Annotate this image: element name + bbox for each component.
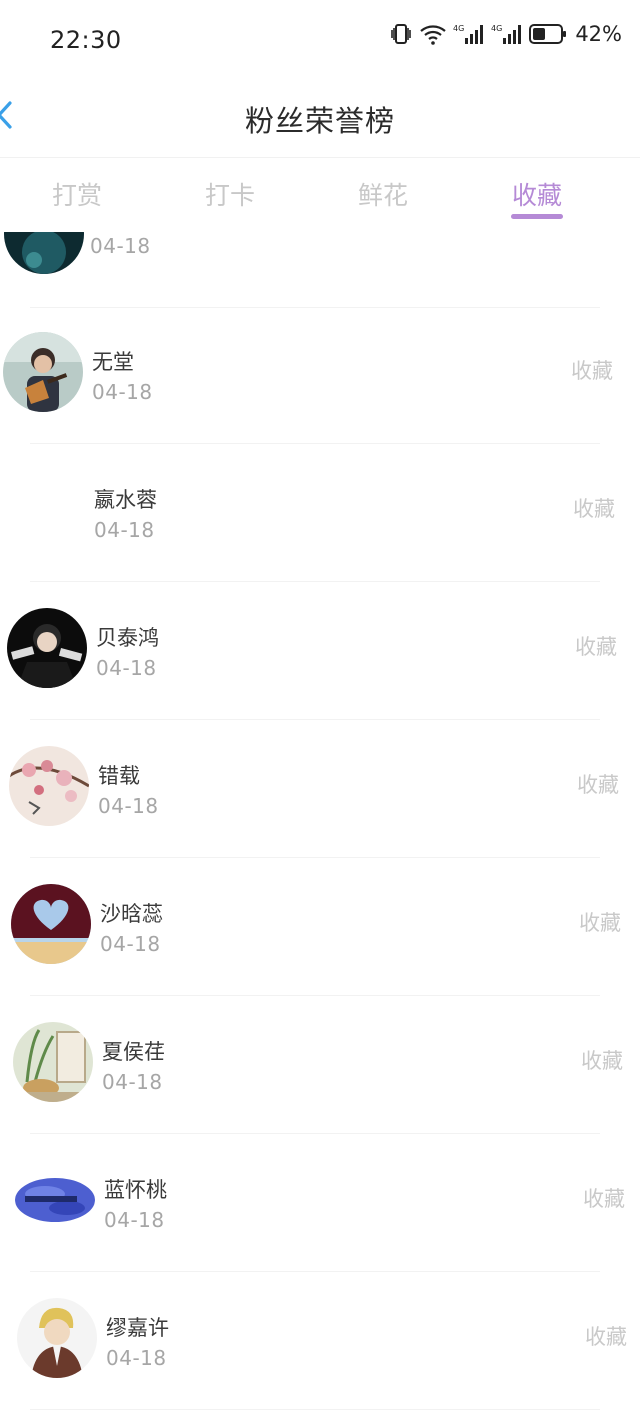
avatar bbox=[11, 884, 91, 964]
divider bbox=[30, 1409, 600, 1410]
tab-flowers[interactable]: 鲜花 bbox=[343, 176, 423, 212]
header: 粉丝荣誉榜 bbox=[0, 72, 640, 158]
active-tab-indicator bbox=[511, 214, 563, 219]
list-item[interactable]: 嬴水蓉 04-18 收藏 bbox=[0, 444, 640, 582]
avatar bbox=[3, 332, 83, 412]
avatar bbox=[15, 1160, 95, 1240]
list-item-partial[interactable]: 04-18 bbox=[0, 232, 640, 308]
tab-bar: 打赏 打卡 鲜花 收藏 bbox=[0, 158, 640, 230]
battery-icon bbox=[529, 22, 567, 46]
signal-4g-icon: 4G bbox=[453, 22, 485, 46]
list-item-name: 嬴水蓉 bbox=[94, 488, 157, 512]
wifi-icon bbox=[419, 22, 447, 46]
avatar bbox=[5, 470, 85, 550]
list-item-action: 收藏 bbox=[571, 359, 613, 383]
battery-percent: 42% bbox=[575, 22, 622, 46]
page-title: 粉丝荣誉榜 bbox=[244, 104, 395, 138]
list-item-date: 04-18 bbox=[100, 932, 161, 956]
list-item-date: 04-18 bbox=[98, 794, 159, 818]
list-item-date: 04-18 bbox=[106, 1346, 167, 1370]
list-item[interactable]: 贝泰鸿 04-18 收藏 bbox=[0, 582, 640, 720]
list-item[interactable]: 蓝怀桃 04-18 收藏 bbox=[0, 1134, 640, 1272]
list-item-name: 夏侯荏 bbox=[102, 1040, 165, 1064]
avatar bbox=[7, 608, 87, 688]
list-item-date: 04-18 bbox=[92, 380, 153, 404]
tab-favorites[interactable]: 收藏 bbox=[497, 176, 577, 212]
list-item-date: 04-18 bbox=[102, 1070, 163, 1094]
status-bar: 22:30 4G 4G 42% bbox=[0, 0, 640, 72]
list-item[interactable]: 错载 04-18 收藏 bbox=[0, 720, 640, 858]
tab-reward[interactable]: 打赏 bbox=[37, 176, 117, 212]
vibrate-icon bbox=[389, 22, 413, 46]
avatar bbox=[9, 746, 89, 826]
list-item-date: 04-18 bbox=[96, 656, 157, 680]
list-item-name: 沙晗蕊 bbox=[100, 902, 163, 926]
svg-text:4G: 4G bbox=[453, 24, 464, 33]
status-icons: 4G 4G 42% bbox=[389, 20, 622, 48]
list-item-action: 收藏 bbox=[585, 1325, 627, 1349]
list-item-name: 错载 bbox=[98, 764, 140, 788]
list-item-date: 04-18 bbox=[104, 1208, 165, 1232]
list-item-action: 收藏 bbox=[577, 773, 619, 797]
list-item-name: 贝泰鸿 bbox=[96, 626, 159, 650]
status-time: 22:30 bbox=[50, 26, 122, 54]
list-item-action: 收藏 bbox=[581, 1049, 623, 1073]
svg-text:4G: 4G bbox=[491, 24, 502, 33]
list-item-name: 缪嘉许 bbox=[106, 1316, 169, 1340]
list-item-name: 蓝怀桃 bbox=[104, 1178, 167, 1202]
avatar bbox=[17, 1298, 97, 1378]
avatar bbox=[4, 232, 84, 274]
list-item-action: 收藏 bbox=[573, 497, 615, 521]
list-item[interactable]: 无堂 04-18 收藏 bbox=[0, 306, 640, 444]
list-item-date: 04-18 bbox=[94, 518, 155, 542]
list-item-date: 04-18 bbox=[90, 234, 151, 258]
list-item-name: 无堂 bbox=[92, 350, 134, 374]
list-item[interactable]: 夏侯荏 04-18 收藏 bbox=[0, 996, 640, 1134]
avatar bbox=[13, 1022, 93, 1102]
list-item[interactable]: 缪嘉许 04-18 收藏 bbox=[0, 1272, 640, 1410]
list-item[interactable]: 沙晗蕊 04-18 收藏 bbox=[0, 858, 640, 996]
tab-checkin[interactable]: 打卡 bbox=[190, 176, 270, 212]
list-item-action: 收藏 bbox=[583, 1187, 625, 1211]
list-item-action: 收藏 bbox=[575, 635, 617, 659]
signal-4g-icon: 4G bbox=[491, 22, 523, 46]
list-item-action: 收藏 bbox=[579, 911, 621, 935]
